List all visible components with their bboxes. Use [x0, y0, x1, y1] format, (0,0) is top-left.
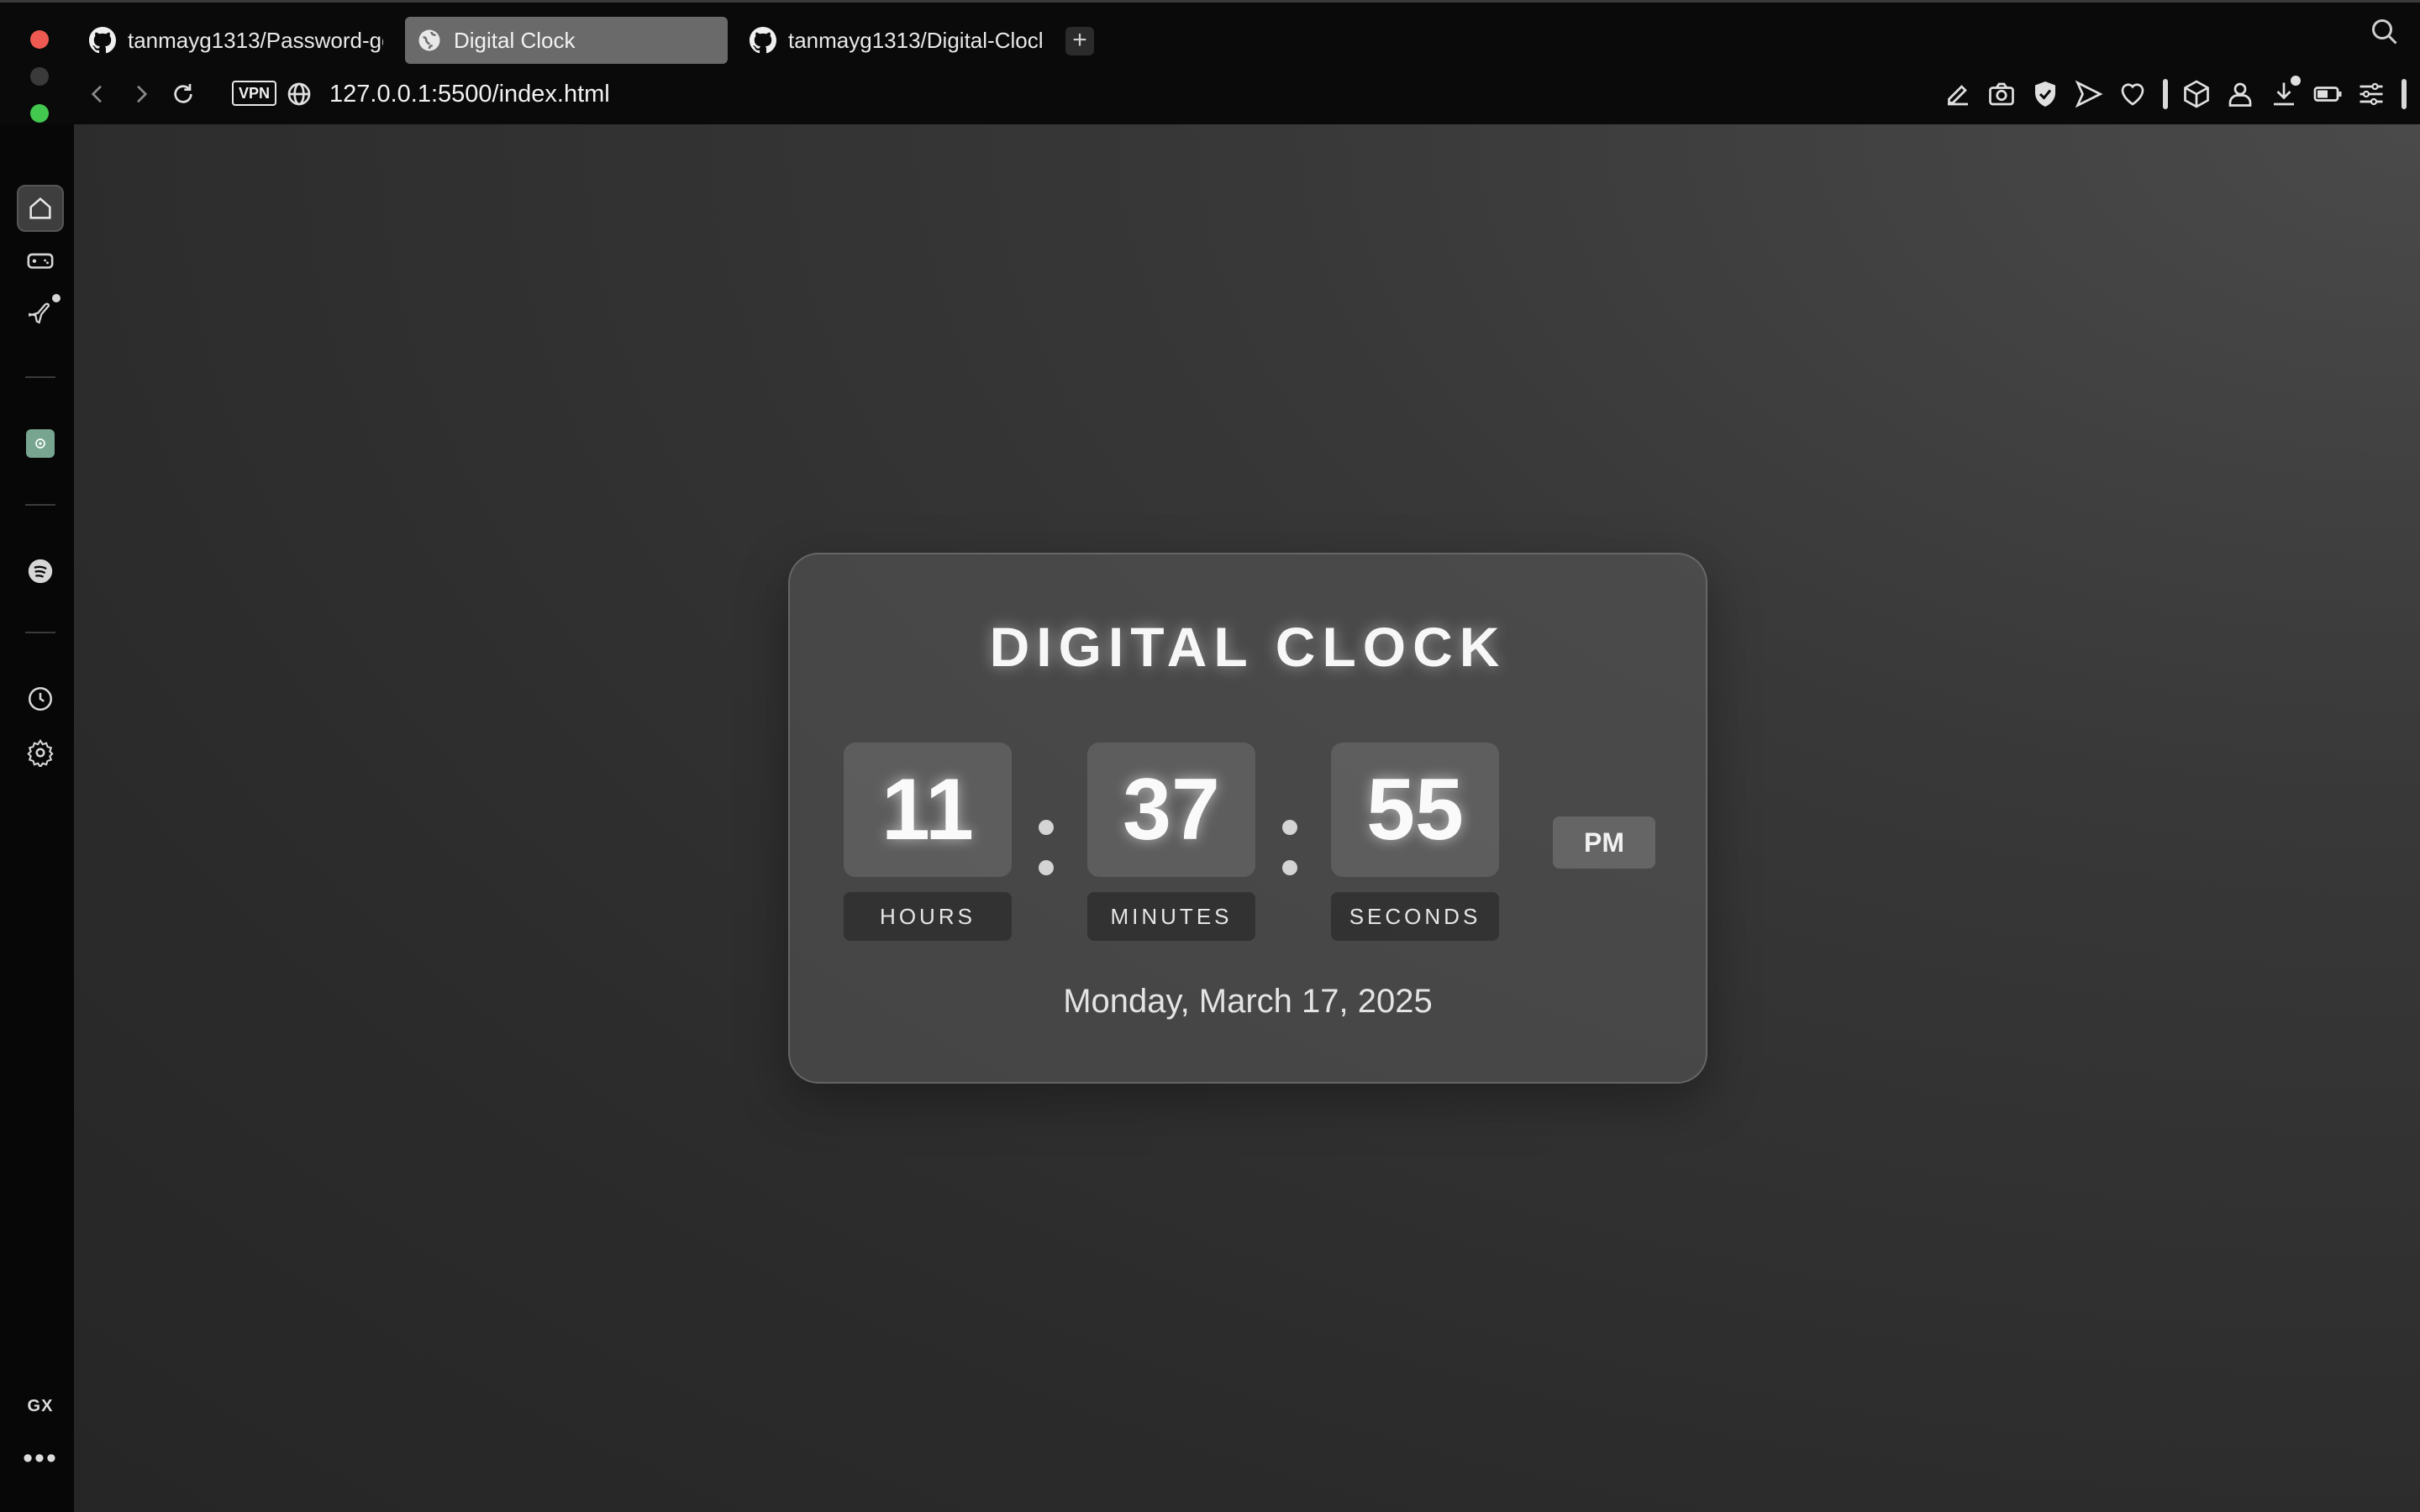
minutes-value: 37 — [1087, 743, 1255, 877]
back-icon[interactable] — [84, 81, 111, 108]
heart-icon[interactable] — [2118, 79, 2148, 109]
seconds-label: SECONDS — [1331, 892, 1499, 941]
toolbar — [1929, 76, 2407, 109]
sidebar-more[interactable]: ••• — [17, 1435, 64, 1482]
page-viewport: DIGITAL CLOCK 11 HOURS 37 MINUTES 55 SEC… — [74, 124, 2420, 1512]
search-tabs-icon[interactable] — [2370, 17, 2400, 47]
gx-label: GX — [27, 1396, 54, 1415]
tab-digital-clock-active[interactable]: Digital Clock — [405, 17, 728, 64]
sidebar-divider — [25, 632, 55, 633]
download-badge — [2291, 76, 2301, 86]
sidebar-divider — [25, 504, 55, 506]
minutes-label: MINUTES — [1087, 892, 1255, 941]
sidebar-spotify[interactable] — [17, 548, 64, 595]
github-icon — [89, 27, 116, 54]
sidebar-divider — [25, 376, 55, 378]
spotify-icon — [28, 559, 53, 584]
hours-label: HOURS — [844, 892, 1012, 941]
tab-title: tanmayg1313/Digital-Clock — [788, 27, 1042, 53]
address-bar: VPN 127.0.0.1:5500/index.html — [77, 71, 2420, 118]
url-field[interactable]: 127.0.0.1:5500/index.html — [329, 77, 610, 111]
settings-icon — [27, 738, 54, 767]
site-info-globe-icon[interactable] — [286, 81, 313, 108]
github-icon — [750, 27, 776, 54]
window-top-border — [0, 0, 2420, 3]
camera-icon[interactable] — [1986, 79, 2017, 109]
sidebar-history[interactable] — [17, 675, 64, 722]
forward-icon[interactable] — [128, 81, 155, 108]
home-icon — [29, 197, 51, 219]
shield-check-icon[interactable] — [2030, 79, 2060, 109]
more-icon: ••• — [23, 1442, 58, 1474]
hours-value: 11 — [844, 743, 1012, 877]
sidebar-gx-button[interactable]: GX — [17, 1383, 64, 1430]
minutes-unit: 37 MINUTES — [1087, 743, 1255, 941]
seconds-value: 55 — [1331, 743, 1499, 877]
hours-unit: 11 HOURS — [844, 743, 1012, 941]
seconds-unit: 55 SECONDS — [1331, 743, 1499, 941]
close-window-button[interactable] — [30, 30, 49, 49]
person-icon[interactable] — [2225, 79, 2255, 109]
plane-icon — [29, 302, 50, 324]
sidebar: GX ••• — [0, 124, 74, 1512]
snapshot-edit-icon[interactable] — [1943, 79, 1973, 109]
history-icon — [28, 686, 53, 711]
gamepad-icon — [27, 253, 54, 269]
sidebar-chatgpt[interactable] — [17, 420, 64, 467]
sidebar-gx-corner[interactable] — [17, 237, 64, 284]
tab-title: Digital Clock — [454, 27, 576, 53]
clock-title: DIGITAL CLOCK — [989, 616, 1507, 678]
chatgpt-icon — [26, 429, 55, 458]
colon-separator — [1039, 820, 1054, 900]
send-icon[interactable] — [2074, 79, 2104, 109]
sidebar-settings[interactable] — [17, 729, 64, 776]
reload-icon[interactable] — [170, 81, 197, 108]
browser-window: tanmayg1313/Password-generator Digital C… — [0, 0, 2420, 1512]
new-tab-button[interactable]: + — [1065, 27, 1094, 55]
maximize-window-button[interactable] — [30, 104, 49, 123]
tab-title: tanmayg1313/Password-generator — [128, 27, 383, 53]
notification-dot — [52, 294, 60, 302]
sidebar-home[interactable] — [17, 185, 64, 232]
easy-setup-icon[interactable] — [2356, 79, 2386, 109]
colon-separator — [1282, 820, 1297, 900]
globe-icon — [418, 29, 440, 51]
date-text: Monday, March 17, 2025 — [1063, 983, 1433, 1020]
battery-icon[interactable] — [2312, 79, 2343, 109]
toolbar-divider — [2163, 79, 2168, 109]
ampm-badge: PM — [1553, 816, 1655, 869]
tab-bar: tanmayg1313/Password-generator Digital C… — [77, 13, 2420, 66]
sidebar-flow[interactable] — [17, 291, 64, 338]
minimize-window-button[interactable] — [30, 67, 49, 86]
cube-icon[interactable] — [2181, 79, 2212, 109]
vpn-badge[interactable]: VPN — [232, 81, 277, 106]
tab-password-generator[interactable]: tanmayg1313/Password-generator — [77, 17, 388, 64]
toolbar-divider — [2402, 79, 2407, 109]
clock-card: DIGITAL CLOCK 11 HOURS 37 MINUTES 55 SEC… — [788, 553, 1707, 1084]
download-icon[interactable] — [2269, 76, 2301, 109]
